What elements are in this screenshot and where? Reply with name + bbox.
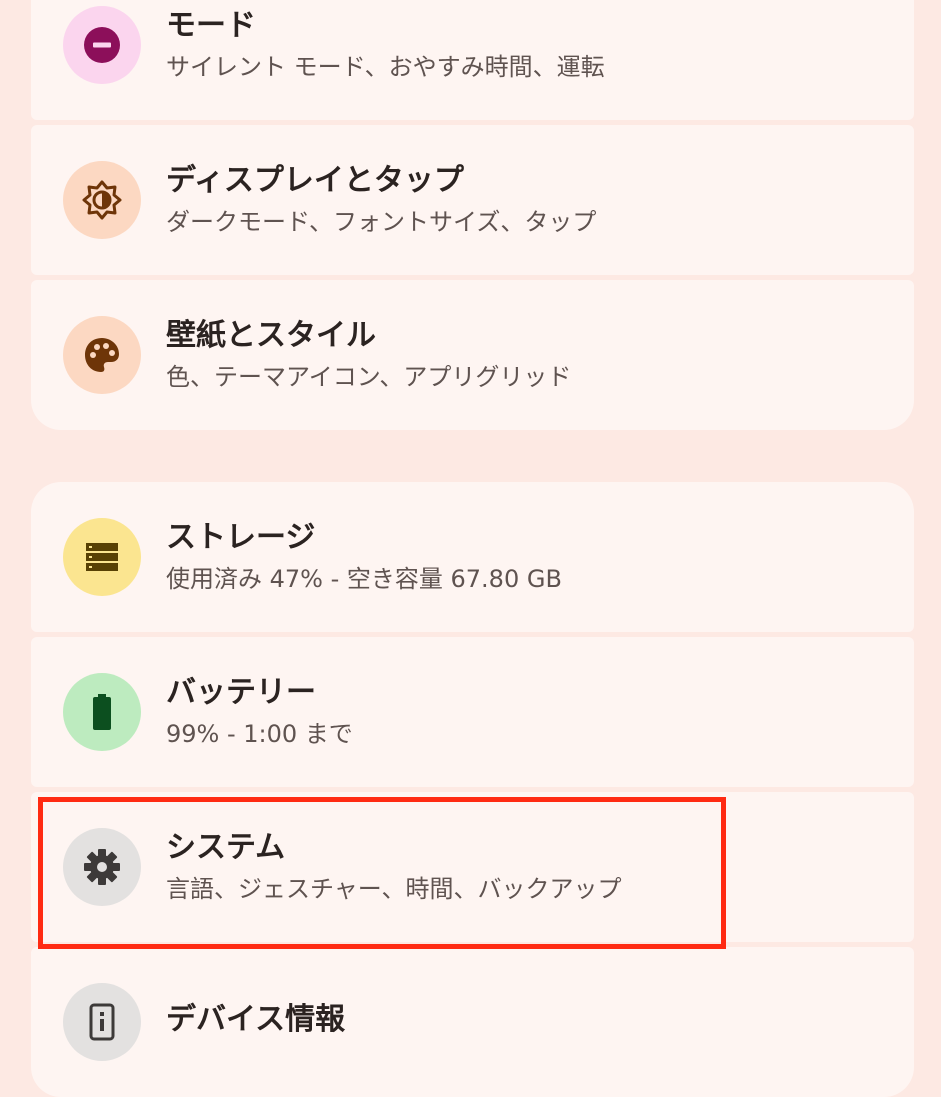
brightness-icon: [63, 161, 141, 239]
gear-icon: [63, 828, 141, 906]
settings-item-title: ストレージ: [166, 520, 316, 555]
settings-group-system: ストレージ 使用済み 47% - 空き容量 67.80 GB バッテリー 99%…: [31, 482, 914, 1097]
settings-item-about-device[interactable]: デバイス情報: [31, 947, 914, 1097]
settings-item-title: バッテリー: [166, 675, 316, 710]
settings-item-text: ディスプレイとタップ ダークモード、フォントサイズ、タップ: [166, 161, 894, 239]
settings-item-text: ストレージ 使用済み 47% - 空き容量 67.80 GB: [166, 518, 894, 596]
palette-icon: [63, 316, 141, 394]
settings-item-subtitle: 99% - 1:00 まで: [166, 720, 353, 748]
settings-item-text: バッテリー 99% - 1:00 まで: [166, 673, 894, 751]
settings-item-system[interactable]: システム 言語、ジェスチャー、時間、バックアップ: [31, 792, 914, 942]
device-info-icon: [63, 983, 141, 1061]
settings-item-subtitle: ダークモード、フォントサイズ、タップ: [166, 208, 597, 236]
settings-item-title: デバイス情報: [166, 1002, 346, 1037]
settings-item-display[interactable]: ディスプレイとタップ ダークモード、フォントサイズ、タップ: [31, 125, 914, 275]
settings-item-title: モード: [166, 8, 256, 43]
storage-icon: [63, 518, 141, 596]
settings-item-title: ディスプレイとタップ: [166, 163, 464, 198]
settings-item-subtitle: 色、テーマアイコン、アプリグリッド: [166, 363, 572, 391]
settings-item-text: システム 言語、ジェスチャー、時間、バックアップ: [166, 828, 894, 906]
battery-icon: [63, 673, 141, 751]
settings-item-text: 壁紙とスタイル 色、テーマアイコン、アプリグリッド: [166, 316, 894, 394]
do-not-disturb-icon: [63, 6, 141, 84]
settings-group-display: モード サイレント モード、おやすみ時間、運転 ディスプレイとタップ ダークモー…: [31, 0, 914, 430]
settings-item-subtitle: 言語、ジェスチャー、時間、バックアップ: [166, 875, 622, 903]
settings-item-text: モード サイレント モード、おやすみ時間、運転: [166, 6, 894, 84]
settings-item-subtitle: サイレント モード、おやすみ時間、運転: [166, 53, 605, 81]
settings-item-modes[interactable]: モード サイレント モード、おやすみ時間、運転: [31, 0, 914, 120]
settings-item-wallpaper[interactable]: 壁紙とスタイル 色、テーマアイコン、アプリグリッド: [31, 280, 914, 430]
settings-item-storage[interactable]: ストレージ 使用済み 47% - 空き容量 67.80 GB: [31, 482, 914, 632]
settings-item-subtitle: 使用済み 47% - 空き容量 67.80 GB: [166, 565, 562, 593]
settings-item-title: 壁紙とスタイル: [166, 318, 376, 353]
settings-item-title: システム: [166, 830, 286, 865]
settings-item-text: デバイス情報: [166, 1000, 894, 1044]
settings-item-battery[interactable]: バッテリー 99% - 1:00 まで: [31, 637, 914, 787]
